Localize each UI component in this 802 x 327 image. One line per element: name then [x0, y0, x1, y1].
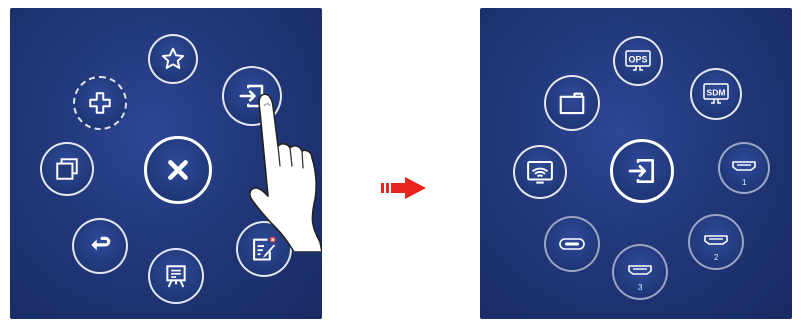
right-arrow-icon: [381, 177, 426, 199]
ops-icon: OPS: [625, 50, 651, 71]
sdm-source-button[interactable]: SDM: [690, 68, 742, 120]
floating-menu-panel: [10, 8, 322, 319]
folder-icon: [559, 92, 585, 115]
hdmi-1-source-button[interactable]: 1: [718, 142, 770, 194]
screen-cast-button[interactable]: [513, 145, 567, 199]
close-icon: [168, 160, 188, 180]
screen-cast-icon: [527, 161, 553, 184]
close-button[interactable]: [144, 136, 212, 204]
whiteboard-button[interactable]: [148, 248, 204, 304]
hdmi-3-label: 3: [638, 283, 643, 292]
svg-text:SDM: SDM: [707, 88, 726, 98]
favorite-button[interactable]: [148, 34, 198, 84]
hdmi-1-label: 1: [742, 178, 747, 187]
input-source-button[interactable]: [610, 139, 674, 203]
return-icon: [91, 236, 111, 251]
usb-c-source-button[interactable]: [544, 216, 600, 272]
input-source-panel: OPS SDM 1 2 3: [480, 8, 792, 319]
windows-icon: [56, 158, 78, 180]
sdm-icon: SDM: [703, 83, 729, 104]
add-button[interactable]: [73, 76, 127, 130]
ops-source-button[interactable]: OPS: [613, 36, 663, 86]
hand-pointer-icon: [249, 93, 322, 252]
whiteboard-icon: [166, 265, 186, 288]
svg-text:OPS: OPS: [628, 55, 647, 65]
hdmi-3-source-button[interactable]: 3: [612, 244, 668, 300]
hdmi-2-label: 2: [714, 253, 719, 262]
hdmi-2-source-button[interactable]: 2: [688, 214, 744, 270]
star-icon: [161, 47, 185, 69]
back-button[interactable]: [72, 218, 128, 274]
folder-button[interactable]: [544, 75, 600, 131]
input-icon: [628, 159, 654, 183]
multi-window-button[interactable]: [40, 142, 94, 196]
plus-icon: [89, 92, 111, 114]
usb-c-icon: [559, 238, 585, 250]
